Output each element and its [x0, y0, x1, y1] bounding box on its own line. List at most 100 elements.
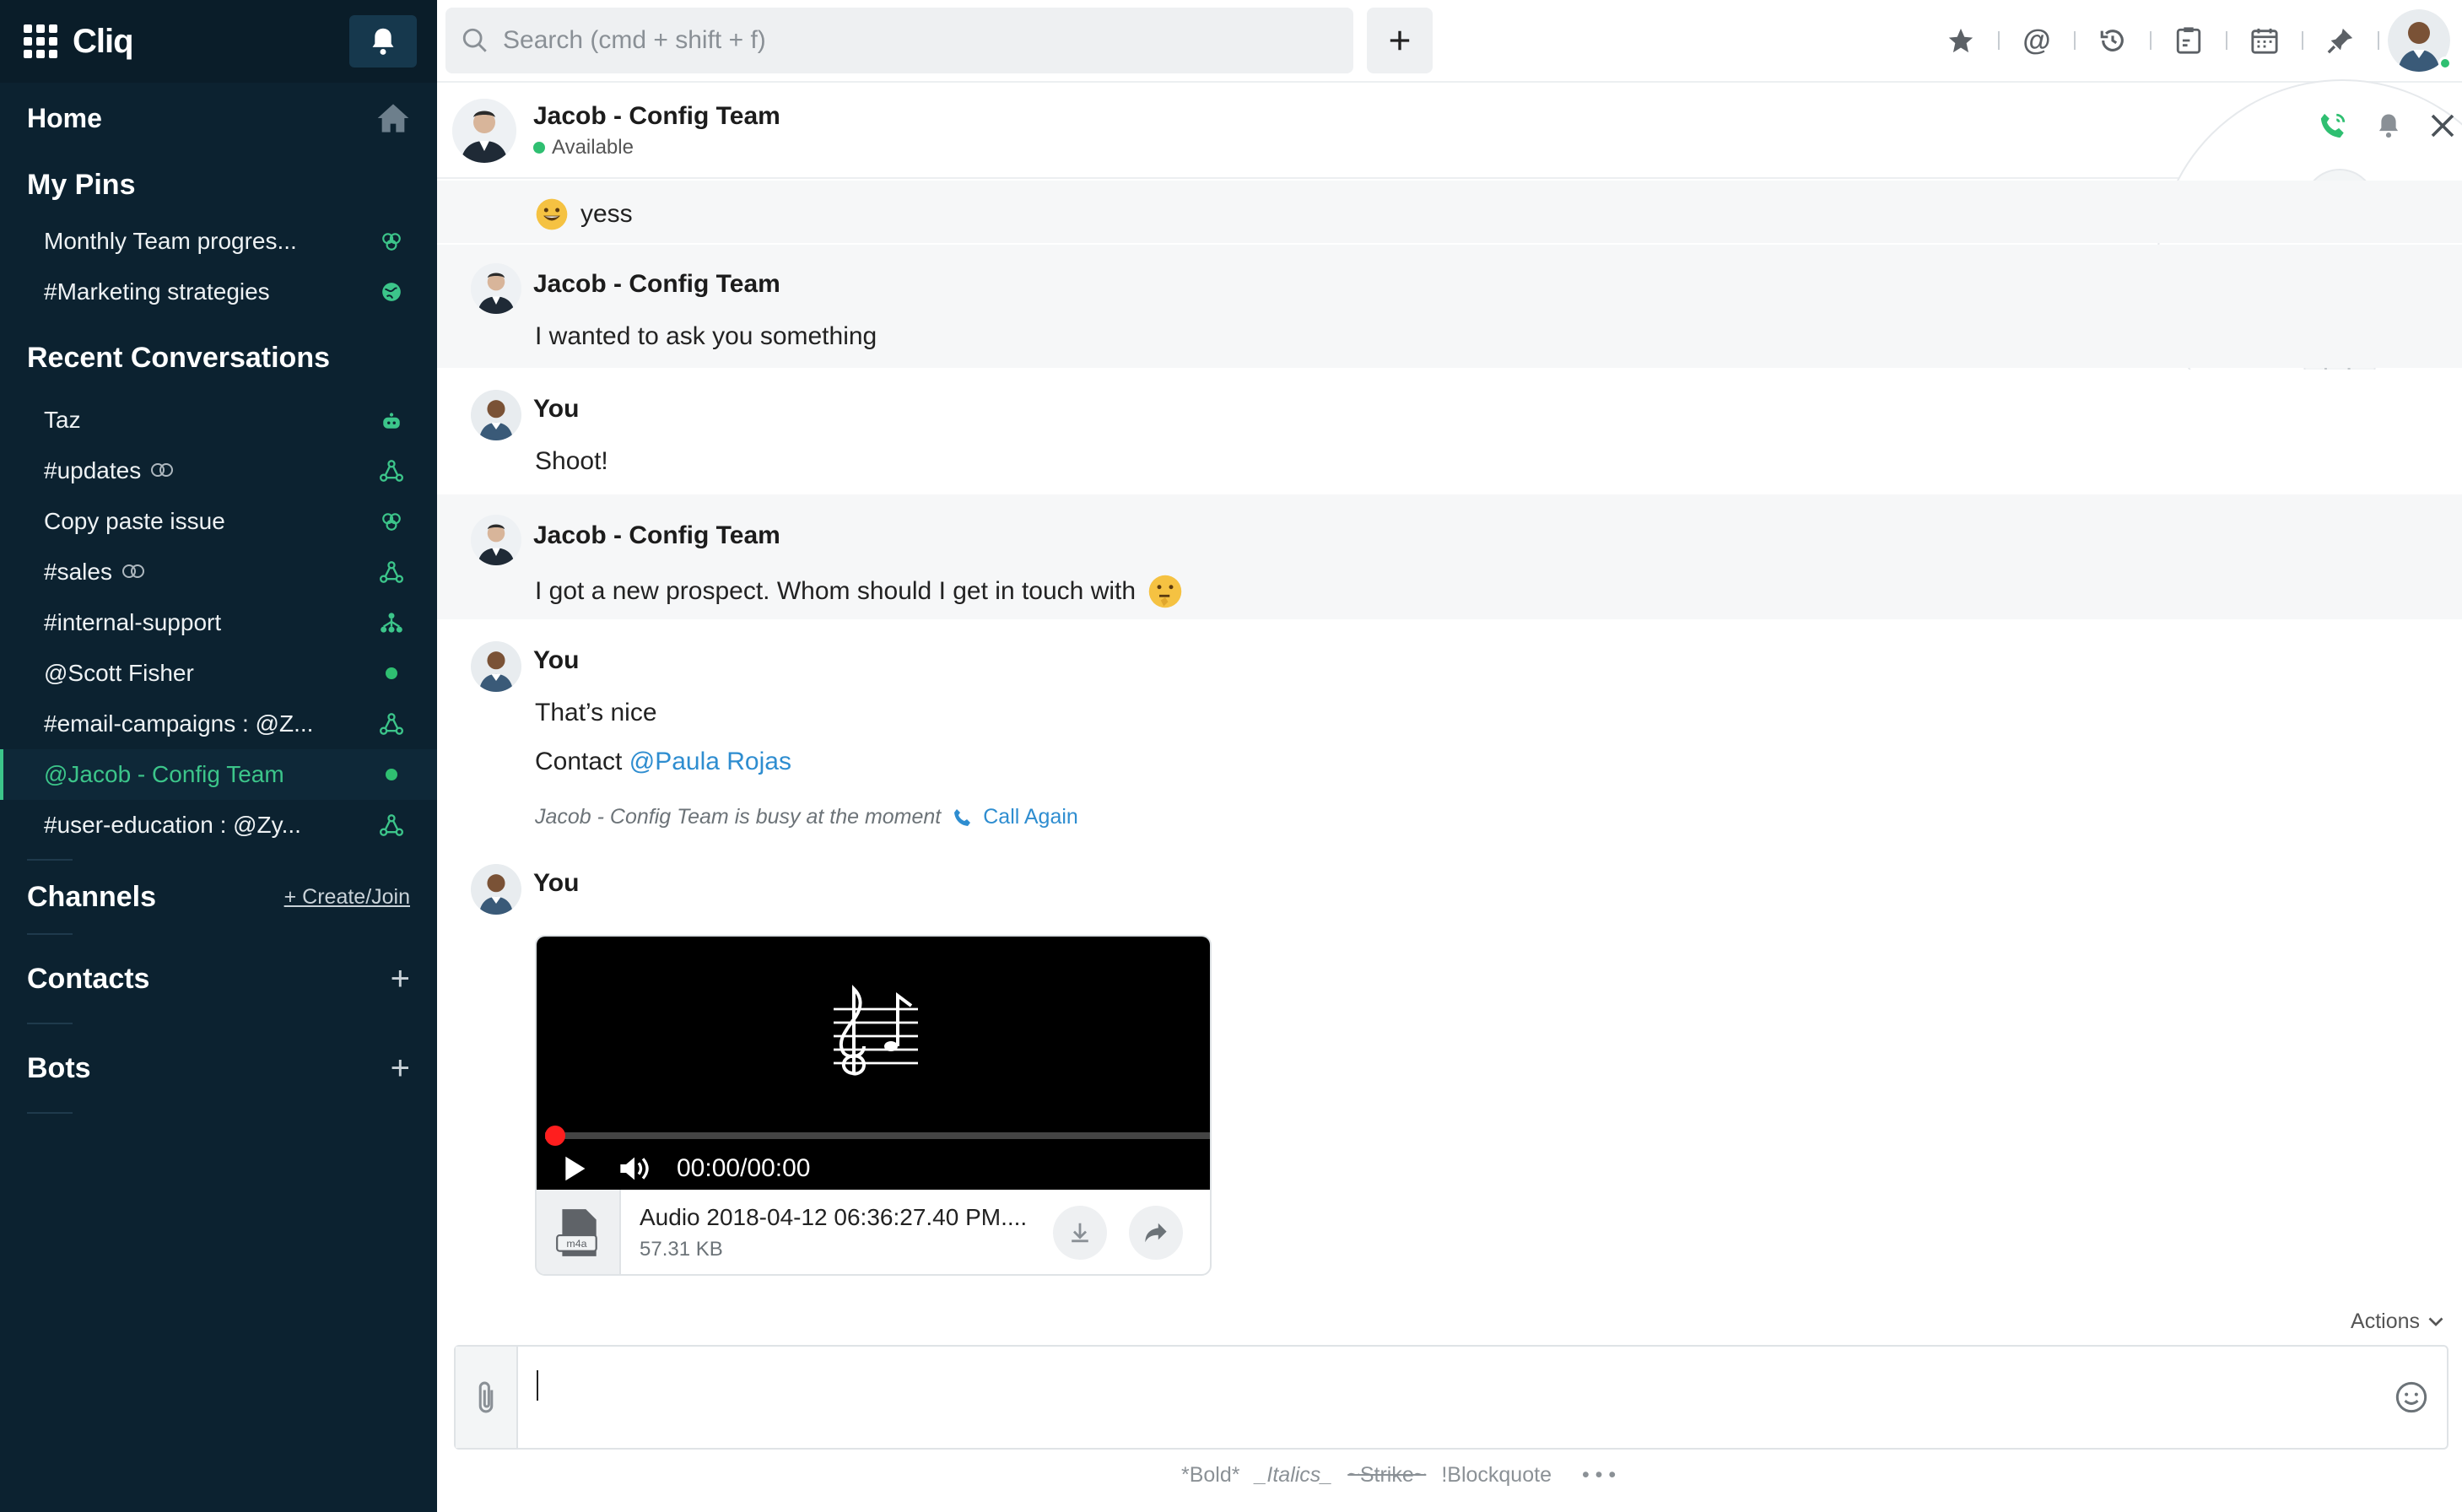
- message-row: You Shoot!: [437, 370, 2462, 493]
- sidebar-home[interactable]: Home: [0, 83, 437, 154]
- contact-avatar[interactable]: [452, 99, 516, 163]
- user-avatar[interactable]: [2388, 9, 2452, 72]
- sender-name[interactable]: Jacob - Config Team: [533, 270, 780, 299]
- message-text: Shoot!: [535, 447, 608, 475]
- channel-icon: [380, 459, 403, 483]
- sidebar-item[interactable]: #Marketing strategies: [0, 267, 437, 317]
- blockquote-hint[interactable]: !Blockquote: [1441, 1463, 1552, 1488]
- call-again-button[interactable]: Call Again: [953, 805, 1078, 829]
- emoji-button[interactable]: [2395, 1347, 2428, 1448]
- sidebar-item[interactable]: Copy paste issue: [0, 496, 437, 547]
- apps-grid-icon[interactable]: [20, 21, 61, 62]
- svg-text:m4a: m4a: [566, 1238, 586, 1250]
- close-icon[interactable]: [2430, 113, 2455, 138]
- play-icon[interactable]: [562, 1155, 587, 1182]
- italics-hint[interactable]: _Italics_: [1255, 1463, 1333, 1488]
- sender-name[interactable]: Jacob - Config Team: [533, 521, 780, 550]
- channel-icon: [380, 813, 403, 837]
- bell-icon[interactable]: [2376, 112, 2401, 139]
- more-formats-button[interactable]: • • •: [1582, 1463, 1616, 1488]
- add-contact-icon[interactable]: +: [391, 960, 410, 998]
- message-composer[interactable]: [454, 1345, 2449, 1450]
- notifications-button[interactable]: [349, 15, 417, 68]
- download-icon: [1072, 1223, 1088, 1243]
- actions-menu[interactable]: Actions: [2351, 1310, 2443, 1334]
- sidebar-item[interactable]: #internal-support: [0, 597, 437, 648]
- share-button[interactable]: [1129, 1206, 1183, 1260]
- online-status-icon: [380, 662, 403, 685]
- user-mention-link[interactable]: @Paula Rojas: [629, 748, 791, 775]
- sidebar-item-label: #email-campaigns : @Z...: [44, 710, 314, 737]
- recent-heading: Recent Conversations: [0, 321, 437, 395]
- sender-name[interactable]: You: [533, 869, 579, 898]
- sidebar-item[interactable]: #sales: [0, 547, 437, 597]
- call-active-icon[interactable]: [2319, 111, 2347, 140]
- sender-name[interactable]: You: [533, 646, 579, 675]
- sidebar-item[interactable]: #user-education : @Zy...: [0, 800, 437, 850]
- starred-icon[interactable]: [1924, 19, 1998, 62]
- file-size: 57.31 KB: [640, 1238, 723, 1261]
- add-bot-icon[interactable]: +: [391, 1050, 410, 1088]
- forward-icon: [1145, 1223, 1167, 1243]
- bot-icon: [380, 408, 403, 432]
- sidebar-item-label: #internal-support: [44, 609, 222, 635]
- audio-attachment: 00:00/00:00 m4a Audio 2018-04-12 06:36:2…: [535, 935, 1212, 1276]
- music-note-icon: [834, 985, 918, 1076]
- phone-icon: [954, 808, 971, 826]
- sender-avatar[interactable]: [471, 641, 521, 692]
- sidebar-item[interactable]: Taz: [0, 395, 437, 446]
- message-text: yess: [580, 200, 633, 228]
- sidebar-item[interactable]: #email-campaigns : @Z...: [0, 699, 437, 749]
- bold-hint[interactable]: *Bold*: [1181, 1463, 1240, 1488]
- status-text: Available: [552, 136, 634, 159]
- calendar-icon[interactable]: [2227, 19, 2302, 62]
- integrations-icon[interactable]: [2303, 19, 2378, 62]
- divider: [27, 1112, 73, 1114]
- sidebar-item[interactable]: @Jacob - Config Team: [0, 749, 437, 800]
- sender-name[interactable]: You: [533, 395, 579, 424]
- sender-avatar[interactable]: [471, 515, 521, 565]
- sender-avatar[interactable]: [471, 864, 521, 915]
- attach-button[interactable]: [456, 1347, 518, 1448]
- player-controls: 00:00/00:00: [562, 1148, 810, 1190]
- message-list: yess Jacob - Config Team I wanted to ask…: [437, 181, 2462, 1311]
- sidebar-item-label: #sales: [44, 559, 112, 585]
- progress-knob[interactable]: [545, 1126, 565, 1146]
- actions-label: Actions: [2351, 1310, 2420, 1333]
- tasks-icon[interactable]: [2152, 19, 2226, 62]
- sender-avatar[interactable]: [471, 390, 521, 440]
- sidebar-item-label: @Jacob - Config Team: [44, 761, 284, 787]
- chat-header: Jacob - Config Team Available: [437, 84, 2462, 179]
- sidebar-item[interactable]: @Scott Fisher: [0, 648, 437, 699]
- mentions-icon[interactable]: @: [2000, 19, 2074, 62]
- call-again-label: Call Again: [983, 805, 1078, 829]
- sidebar-item[interactable]: Monthly Team progres...: [0, 216, 437, 267]
- create-join-link[interactable]: + Create/Join: [284, 885, 410, 910]
- message-row: Jacob - Config Team I got a new prospect…: [437, 494, 2462, 619]
- recent-title: Recent Conversations: [27, 341, 330, 374]
- volume-icon[interactable]: [618, 1154, 651, 1183]
- strike-hint[interactable]: ~Strike~: [1347, 1463, 1426, 1488]
- playback-progress[interactable]: [545, 1126, 1210, 1146]
- call-status-note: Jacob - Config Team is busy at the momen…: [535, 805, 1078, 829]
- sidebar-item-label: Copy paste issue: [44, 508, 225, 534]
- channel-icon: [380, 560, 403, 584]
- audio-player[interactable]: 00:00/00:00: [537, 937, 1210, 1190]
- text-cursor: [537, 1370, 538, 1401]
- sidebar-item-label: #updates: [44, 457, 142, 483]
- sidebar-item-label: @Scott Fisher: [44, 660, 194, 686]
- sidebar-item[interactable]: #updates: [0, 446, 437, 496]
- download-button[interactable]: [1053, 1206, 1107, 1260]
- chat-title[interactable]: Jacob - Config Team: [533, 102, 780, 131]
- new-chat-button[interactable]: [1367, 8, 1433, 73]
- plus-icon: [1390, 30, 1410, 51]
- org-channel-icon: [380, 611, 403, 634]
- shared-channel-icon: [149, 457, 175, 484]
- file-name[interactable]: Audio 2018-04-12 06:36:27.40 PM....: [640, 1204, 1053, 1231]
- sender-avatar[interactable]: [471, 263, 521, 314]
- search-input[interactable]: [503, 26, 1262, 55]
- history-icon[interactable]: [2076, 19, 2150, 62]
- search-bar[interactable]: [445, 8, 1353, 73]
- top-bar: @: [437, 0, 2462, 83]
- pins-heading: My Pins: [0, 154, 437, 216]
